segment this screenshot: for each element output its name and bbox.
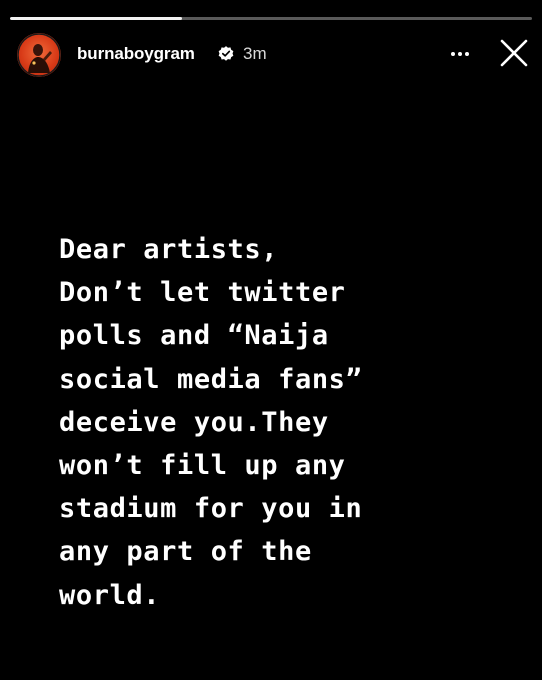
avatar-figure-icon	[17, 33, 61, 77]
story-header: burnaboygram 3m	[17, 32, 532, 78]
more-options-button[interactable]	[445, 38, 475, 68]
close-button[interactable]	[497, 36, 531, 70]
story-viewer[interactable]: burnaboygram 3m Dear artists, Don’t let …	[0, 0, 542, 680]
story-username[interactable]: burnaboygram	[77, 44, 195, 64]
profile-avatar[interactable]	[17, 33, 61, 77]
story-text: Dear artists, Don’t let twitter polls an…	[59, 234, 363, 611]
story-progress-bar	[10, 17, 532, 20]
story-progress-fill	[10, 17, 183, 20]
more-horizontal-icon	[451, 52, 469, 56]
verified-badge-icon	[218, 46, 234, 61]
close-icon	[500, 39, 528, 67]
story-timestamp: 3m	[243, 44, 267, 63]
